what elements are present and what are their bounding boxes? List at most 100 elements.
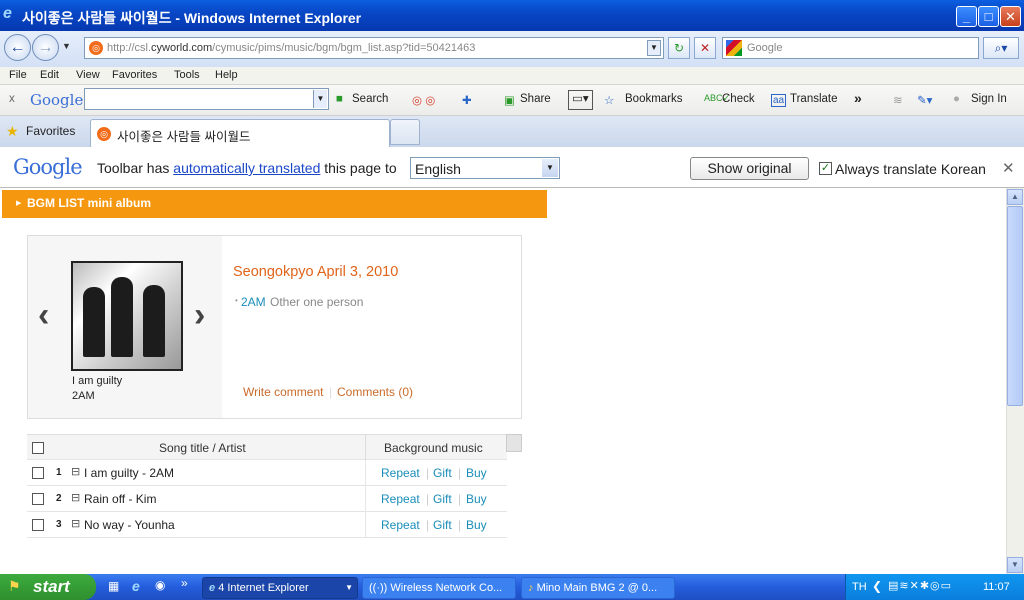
scroll-thumb[interactable]: [1007, 206, 1023, 406]
cyworld-icon[interactable]: ◎ ◎: [412, 93, 435, 107]
address-input[interactable]: ◎ http://csl.cyworld.com/cymusic/pims/mu…: [84, 37, 664, 59]
row-song-title[interactable]: I am guilty - 2AM: [84, 466, 174, 480]
wrench-icon[interactable]: ✎▾: [917, 93, 932, 107]
gift-link[interactable]: Gift: [433, 518, 452, 532]
buy-link[interactable]: Buy: [466, 466, 487, 480]
toolbar-share-button[interactable]: Share: [520, 93, 551, 105]
add-icon[interactable]: ✚: [462, 93, 472, 107]
popup-blocker-icon[interactable]: ▭▾: [568, 90, 593, 110]
menu-help[interactable]: Help: [215, 69, 238, 81]
signin-icon: ●: [953, 93, 960, 105]
album-cover-image[interactable]: [71, 261, 183, 371]
start-button[interactable]: ⚑ start: [0, 574, 96, 600]
scroll-down-icon[interactable]: ▼: [1007, 557, 1023, 573]
minimize-button[interactable]: _: [956, 6, 977, 27]
quicklaunch-media-icon[interactable]: ◉: [155, 578, 165, 592]
tab-active[interactable]: ◎ 사이좋은 사람들 싸이월드: [90, 119, 390, 147]
col-divider: [365, 460, 366, 486]
search-box[interactable]: Google: [722, 37, 979, 59]
quicklaunch-more-icon[interactable]: »: [181, 576, 188, 590]
row-song-title[interactable]: No way - Younha: [84, 518, 175, 532]
back-button[interactable]: ←: [4, 34, 31, 61]
toolbar-bookmarks-button[interactable]: Bookmarks: [625, 93, 683, 105]
show-original-button[interactable]: Show original: [690, 157, 809, 180]
col-song-title: Song title / Artist: [159, 441, 246, 455]
search-go-icon[interactable]: ⌕▾: [983, 37, 1019, 59]
comments-count-link[interactable]: Comments (0): [337, 385, 413, 399]
address-bar-row: ← → ▼ ◎ http://csl.cyworld.com/cymusic/p…: [0, 31, 1024, 67]
row-checkbox[interactable]: [32, 493, 44, 505]
link-separator: |: [458, 466, 462, 480]
url-domain: cyworld.com: [151, 42, 213, 54]
row-checkbox[interactable]: [32, 519, 44, 531]
buy-link[interactable]: Buy: [466, 518, 487, 532]
taskbar-wireless[interactable]: ((·)) Wireless Network Co...: [362, 577, 516, 599]
menu-edit[interactable]: Edit: [40, 69, 59, 81]
site-favicon-icon: ◎: [89, 41, 103, 55]
always-translate-checkbox[interactable]: ✓: [819, 162, 832, 175]
col-divider: [365, 486, 366, 512]
menu-tools[interactable]: Tools: [174, 69, 200, 81]
toolbar-close-button[interactable]: x: [9, 93, 15, 105]
bookmarks-icon: ☆: [604, 95, 615, 107]
history-dropdown-icon[interactable]: ▼: [62, 41, 71, 51]
new-tab-button[interactable]: [390, 119, 420, 145]
url-dropdown-icon[interactable]: ▼: [647, 40, 661, 56]
language-indicator[interactable]: TH: [852, 581, 867, 593]
select-all-checkbox[interactable]: [32, 442, 44, 454]
gift-link[interactable]: Gift: [433, 466, 452, 480]
album-prev-icon[interactable]: ‹: [38, 298, 49, 332]
link-separator: |: [426, 492, 430, 506]
maximize-button[interactable]: □: [978, 6, 999, 27]
write-comment-link[interactable]: Write comment: [243, 385, 323, 399]
translate-google-logo: Google: [13, 155, 83, 179]
language-dropdown-icon[interactable]: ▼: [542, 159, 558, 177]
lyrics-icon[interactable]: ⊟: [71, 517, 80, 530]
repeat-link[interactable]: Repeat: [381, 492, 420, 506]
translate-close-icon[interactable]: ✕: [1002, 159, 1015, 177]
quicklaunch-ie-icon[interactable]: e: [132, 578, 140, 594]
album-next-icon[interactable]: ›: [194, 298, 205, 332]
favorites-button[interactable]: Favorites: [26, 124, 75, 138]
toolbar-signin-button[interactable]: Sign In: [971, 93, 1007, 105]
repeat-link[interactable]: Repeat: [381, 518, 420, 532]
favorites-star-icon[interactable]: ★: [6, 123, 19, 140]
menu-file[interactable]: File: [9, 69, 27, 81]
scroll-up-icon[interactable]: ▲: [1007, 189, 1023, 205]
taskbar-mino[interactable]: ♪ Mino Main BMG 2 @ 0...: [521, 577, 675, 599]
tray-icons[interactable]: ▤≋✕✱◎▭: [888, 579, 952, 592]
translate-icon: aa: [771, 94, 787, 107]
tray-expand-icon[interactable]: ❮: [872, 579, 882, 593]
window-title-bar[interactable]: e 사이좋은 사람들 싸이월드 - Windows Internet Explo…: [0, 0, 1024, 31]
comment-separator: |: [329, 385, 333, 399]
toolbar-check-button[interactable]: Check: [722, 93, 755, 105]
close-button[interactable]: ✕: [1000, 6, 1021, 27]
gift-link[interactable]: Gift: [433, 492, 452, 506]
menu-bar: File Edit View Favorites Tools Help: [0, 67, 1024, 85]
taskbar-ie-group[interactable]: e 4 Internet Explorer ▼: [202, 577, 358, 599]
toolbar-search-button[interactable]: Search: [352, 93, 388, 105]
lyrics-icon[interactable]: ⊟: [71, 491, 80, 504]
repeat-link[interactable]: Repeat: [381, 466, 420, 480]
mino-icon: ♪: [528, 582, 537, 594]
toolbar-search-dropdown-icon[interactable]: ▼: [313, 90, 327, 108]
menu-favorites[interactable]: Favorites: [112, 69, 157, 81]
translate-link[interactable]: automatically translated: [173, 160, 320, 176]
start-label: start: [33, 577, 70, 596]
quicklaunch-desktop-icon[interactable]: ▦: [108, 579, 119, 593]
google-toolbar-search-input[interactable]: ▼: [84, 88, 329, 110]
row-song-title[interactable]: Rain off - Kim: [84, 492, 156, 506]
menu-view[interactable]: View: [76, 69, 100, 81]
row-number: 3: [56, 519, 62, 530]
artist-link[interactable]: 2AM: [241, 295, 266, 309]
toolbar-more-button[interactable]: »: [854, 90, 862, 106]
refresh-icon[interactable]: ↻: [668, 37, 690, 59]
lyrics-icon[interactable]: ⊟: [71, 465, 80, 478]
buy-link[interactable]: Buy: [466, 492, 487, 506]
language-select[interactable]: English ▼: [410, 157, 560, 179]
toolbar-translate-button[interactable]: Translate: [790, 93, 838, 105]
table-scrollbar[interactable]: [506, 434, 522, 452]
row-checkbox[interactable]: [32, 467, 44, 479]
forward-button[interactable]: →: [32, 34, 59, 61]
stop-icon[interactable]: ✕: [694, 37, 716, 59]
